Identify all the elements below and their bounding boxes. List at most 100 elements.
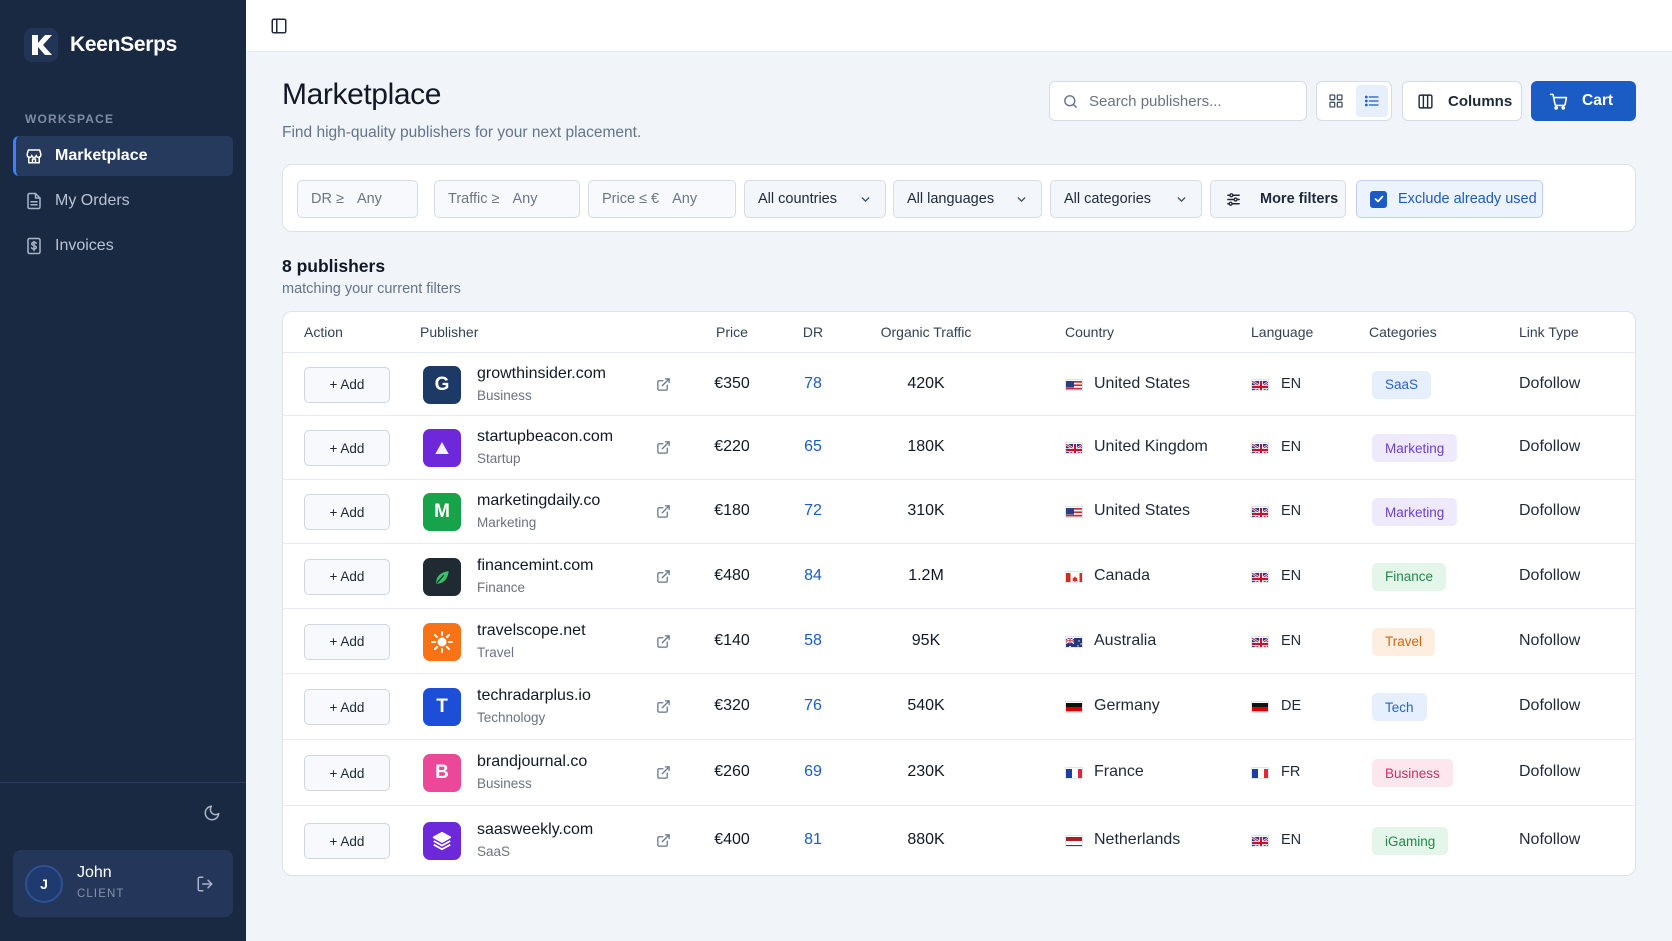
open-site-button[interactable] bbox=[656, 569, 671, 589]
publisher-category: Business bbox=[477, 776, 532, 791]
chevron-down-icon bbox=[1017, 196, 1026, 202]
country-cell: Australia bbox=[1094, 631, 1157, 649]
language-cell: EN bbox=[1281, 439, 1302, 455]
link-type-cell: Dofollow bbox=[1519, 763, 1581, 780]
col-dr[interactable]: DR bbox=[788, 324, 838, 340]
publisher-domain[interactable]: financemint.com bbox=[477, 557, 594, 575]
publisher-domain[interactable]: techradarplus.io bbox=[477, 687, 591, 705]
grid-view-button[interactable] bbox=[1320, 85, 1353, 117]
sidebar-nav: Marketplace My Orders Invoices bbox=[13, 136, 233, 271]
publisher-logo: B bbox=[423, 754, 461, 792]
exclude-used-checkbox[interactable]: Exclude already used bbox=[1356, 180, 1543, 218]
table-row: + Add startupbeacon.com Startup €220 65 … bbox=[283, 416, 1635, 480]
open-site-button[interactable] bbox=[656, 699, 671, 719]
col-publisher[interactable]: Publisher bbox=[420, 324, 478, 340]
open-site-button[interactable] bbox=[656, 765, 671, 785]
logout-icon bbox=[197, 876, 213, 892]
traffic-cell: 880K bbox=[907, 831, 945, 848]
brand[interactable]: KeenSerps bbox=[24, 28, 177, 62]
publisher-domain[interactable]: saasweekly.com bbox=[477, 821, 593, 839]
sidebar: KeenSerps WORKSPACE Marketplace My Order… bbox=[0, 0, 246, 941]
cart-button[interactable]: Cart bbox=[1531, 81, 1636, 121]
sidebar-item-label: My Orders bbox=[55, 192, 130, 209]
page-subtitle: Find high-quality publishers for your ne… bbox=[282, 124, 642, 141]
add-to-cart-button[interactable]: + Add bbox=[304, 558, 390, 595]
languages-select[interactable]: All languages bbox=[893, 180, 1042, 218]
publisher-category: Startup bbox=[477, 451, 521, 466]
language-flag-icon bbox=[1251, 378, 1269, 391]
publisher-domain[interactable]: brandjournal.co bbox=[477, 753, 587, 771]
col-price[interactable]: Price bbox=[692, 324, 772, 340]
language-cell: EN bbox=[1281, 375, 1302, 392]
open-site-button[interactable] bbox=[656, 634, 671, 654]
language-flag-icon bbox=[1251, 570, 1269, 583]
list-view-button[interactable] bbox=[1355, 85, 1388, 117]
search-box bbox=[1049, 81, 1307, 121]
add-to-cart-button[interactable]: + Add bbox=[304, 366, 390, 403]
list-icon bbox=[1364, 95, 1379, 107]
avatar[interactable]: J bbox=[25, 865, 63, 903]
theme-toggle[interactable] bbox=[203, 804, 221, 827]
receipt-icon bbox=[27, 237, 41, 255]
add-to-cart-button[interactable]: + Add bbox=[304, 689, 390, 725]
publisher-domain[interactable]: growthinsider.com bbox=[477, 365, 606, 383]
link-type-cell: Nofollow bbox=[1519, 631, 1581, 649]
add-to-cart-button[interactable]: + Add bbox=[304, 823, 390, 859]
languages-select-value: All languages bbox=[907, 191, 995, 207]
add-to-cart-button[interactable]: + Add bbox=[304, 494, 390, 530]
language-cell: EN bbox=[1281, 832, 1302, 848]
dr-filter-value: Any bbox=[356, 191, 382, 207]
country-cell: Germany bbox=[1094, 697, 1160, 714]
col-country[interactable]: Country bbox=[1065, 324, 1114, 340]
user-card: J John CLIENT bbox=[13, 850, 233, 917]
language-flag-icon bbox=[1251, 767, 1269, 779]
dr-cell: 72 bbox=[804, 502, 822, 519]
open-site-button[interactable] bbox=[656, 440, 671, 460]
country-flag-icon bbox=[1065, 835, 1083, 847]
country-cell: United Kingdom bbox=[1094, 438, 1208, 455]
columns-label: Columns bbox=[1448, 92, 1513, 110]
publisher-domain[interactable]: startupbeacon.com bbox=[477, 428, 613, 446]
sidebar-divider bbox=[0, 782, 246, 783]
external-link-icon bbox=[657, 634, 670, 648]
add-to-cart-button[interactable]: + Add bbox=[304, 430, 390, 466]
publisher-domain[interactable]: travelscope.net bbox=[477, 622, 586, 640]
sidebar-item-invoices[interactable]: Invoices bbox=[13, 226, 233, 266]
category-badge: Finance bbox=[1372, 562, 1447, 591]
countries-select[interactable]: All countries bbox=[744, 180, 886, 218]
price-filter-label: Price ≤ € bbox=[602, 191, 660, 207]
panel-left-icon bbox=[271, 18, 287, 34]
user-name: John bbox=[77, 864, 112, 881]
add-to-cart-button[interactable]: + Add bbox=[304, 623, 390, 660]
logout-button[interactable] bbox=[196, 875, 214, 898]
dr-filter[interactable]: DR ≥ Any bbox=[297, 180, 418, 218]
country-cell: United States bbox=[1094, 502, 1191, 519]
col-categories[interactable]: Categories bbox=[1369, 324, 1437, 340]
col-organic-traffic[interactable]: Organic Traffic bbox=[871, 324, 981, 340]
traffic-filter[interactable]: Traffic ≥ Any bbox=[434, 180, 580, 218]
more-filters-label: More filters bbox=[1260, 191, 1339, 207]
sidebar-item-my-orders[interactable]: My Orders bbox=[13, 181, 233, 221]
category-badge: Marketing bbox=[1372, 434, 1458, 462]
external-link-icon bbox=[657, 377, 670, 391]
publisher-domain[interactable]: marketingdaily.co bbox=[477, 492, 600, 510]
search-input[interactable] bbox=[1089, 92, 1289, 110]
country-flag-icon bbox=[1065, 442, 1083, 454]
more-filters-button[interactable]: More filters bbox=[1210, 180, 1346, 218]
sidebar-item-marketplace[interactable]: Marketplace bbox=[13, 136, 233, 176]
language-cell: FR bbox=[1281, 764, 1301, 780]
add-to-cart-button[interactable]: + Add bbox=[304, 755, 390, 791]
table-row: + Add financemint.com Finance €480 84 1.… bbox=[283, 544, 1635, 609]
categories-select[interactable]: All categories bbox=[1050, 180, 1202, 218]
sidebar-toggle-button[interactable] bbox=[270, 17, 288, 40]
open-site-button[interactable] bbox=[656, 833, 671, 853]
categories-select-value: All categories bbox=[1064, 191, 1152, 207]
dr-filter-label: DR ≥ bbox=[311, 191, 344, 207]
price-filter[interactable]: Price ≤ € Any bbox=[588, 180, 736, 218]
col-link-type[interactable]: Link Type bbox=[1519, 324, 1579, 340]
col-language[interactable]: Language bbox=[1251, 324, 1313, 340]
table-row: + Add travelscope.net Travel €140 58 95K… bbox=[283, 609, 1635, 674]
open-site-button[interactable] bbox=[656, 377, 671, 397]
open-site-button[interactable] bbox=[656, 504, 671, 524]
columns-button[interactable]: Columns bbox=[1402, 81, 1522, 121]
